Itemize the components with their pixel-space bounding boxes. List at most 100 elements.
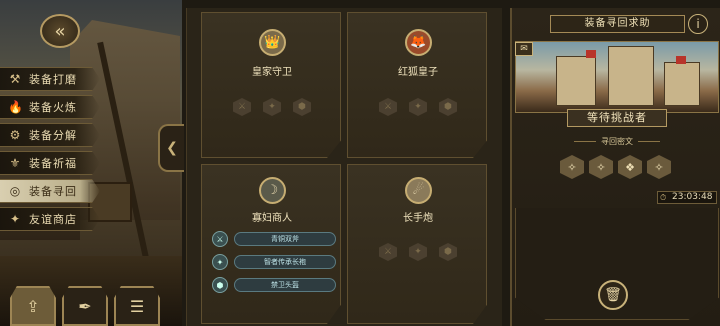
hero-portrait: 👑 xyxy=(259,29,286,56)
menu-item-label: 装备祈福 xyxy=(29,157,77,170)
weapon-slot[interactable]: ⚔ xyxy=(233,98,251,116)
helmet-icon: ⬢ xyxy=(298,102,306,112)
menu-item-label: 装备火炼 xyxy=(29,101,77,114)
hero-card-long-cannon[interactable]: ☄ 长手炮 ⚔ ✦ ⬢ xyxy=(347,164,487,324)
moon-icon: ☽ xyxy=(266,183,279,198)
crown-icon: 👑 xyxy=(264,35,281,50)
menu-item-dismantle[interactable]: ⚙ 装备分解 xyxy=(0,123,100,147)
flag-illustration xyxy=(676,56,686,64)
hero-card-royal-guard[interactable]: 👑 皇家守卫 ⚔ ✦ ⬢ xyxy=(201,12,341,158)
target-icon: ◎ xyxy=(9,184,21,198)
rune-slot[interactable]: ✧ xyxy=(560,155,584,179)
collapse-panel-tab[interactable]: ❮ xyxy=(158,124,184,172)
helmet-slot[interactable]: ⬢ xyxy=(439,243,457,261)
menu-item-label: 装备分解 xyxy=(29,129,77,142)
sword-icon: ⚔ xyxy=(383,247,393,257)
flag-illustration xyxy=(586,50,596,58)
equipment-slots: ⚔ ✦ ⬢ xyxy=(348,98,487,116)
upload-button[interactable]: ⇪ xyxy=(10,286,56,326)
armor-icon: ✦ xyxy=(268,102,276,112)
armor-icon: ✦ xyxy=(414,247,422,257)
bottom-toolbar: ⇪ ✒ ☰ xyxy=(10,286,170,326)
weapon-slot[interactable]: ⚔ xyxy=(379,243,397,261)
mail-button[interactable]: ✉ xyxy=(515,42,533,56)
countdown-timer: ⏱ 23:03:48 xyxy=(657,191,717,204)
equipment-row[interactable]: ✦ 智者传承长袍 xyxy=(212,253,336,271)
rune-slot[interactable]: ✧ xyxy=(647,155,671,179)
cipher-runes: ✧ ✧ ❖ ✧ xyxy=(560,155,671,179)
back-button[interactable]: « xyxy=(40,14,80,48)
weapon-slot[interactable]: ⚔ xyxy=(379,98,397,116)
equipment-name: 青铜双斧 xyxy=(234,232,336,246)
back-arrow-icon: « xyxy=(54,20,66,42)
helmet-slot[interactable]: ⬢ xyxy=(293,98,311,116)
hero-name: 皇家守卫 xyxy=(252,67,292,78)
sword-icon: ⚔ xyxy=(237,102,247,112)
hero-card-widow-merchant[interactable]: ☽ 寡妇商人 ⚔ 青铜双斧 ✦ 智者传承长袍 ⬢ 禁卫头盔 xyxy=(201,164,341,324)
hero-name: 红狐皇子 xyxy=(398,67,438,78)
hero-name: 寡妇商人 xyxy=(252,213,292,224)
tower-illustration xyxy=(608,46,654,106)
menu-item-polish[interactable]: ⚒ 装备打磨 xyxy=(0,67,100,91)
panel-title: 装备寻回求助 xyxy=(550,15,685,33)
cipher-heading-label: 寻回密文 xyxy=(601,137,633,146)
fox-icon: 🦊 xyxy=(410,35,427,50)
rune-icon: ✧ xyxy=(654,160,664,174)
feature-menu: ⚒ 装备打磨 🔥 装备火炼 ⚙ 装备分解 ⚜ 装备祈福 ◎ 装备寻回 ✦ 友谊商… xyxy=(0,67,100,235)
hero-portrait: ☽ xyxy=(259,177,286,204)
rune-slot[interactable]: ❖ xyxy=(618,155,642,179)
menu-item-fire-refine[interactable]: 🔥 装备火炼 xyxy=(0,95,100,119)
info-button[interactable]: i xyxy=(688,14,708,34)
menu-item-label: 装备寻回 xyxy=(29,185,77,198)
info-icon: i xyxy=(696,17,700,31)
quill-button[interactable]: ✒ xyxy=(62,286,108,326)
rune-icon: ✧ xyxy=(567,160,577,174)
menu-item-label: 友谊商店 xyxy=(29,213,77,226)
axe-icon: ⚔ xyxy=(212,231,228,247)
quill-icon: ✒ xyxy=(78,296,92,316)
gear-icon: ⚙ xyxy=(9,128,21,142)
timer-value: 23:03:48 xyxy=(672,192,713,202)
hero-card-red-fox-prince[interactable]: 🦊 红狐皇子 ⚔ ✦ ⬢ xyxy=(347,12,487,158)
menu-item-recovery[interactable]: ◎ 装备寻回 xyxy=(0,179,100,203)
list-icon: ☰ xyxy=(129,296,145,316)
hero-grid: 👑 皇家守卫 ⚔ ✦ ⬢ 🦊 红狐皇子 ⚔ ✦ ⬢ ☽ 寡妇商人 ⚔ 青铜双斧 xyxy=(186,8,502,326)
flame-icon: 🔥 xyxy=(8,100,23,114)
hammer-icon: ⚒ xyxy=(9,72,21,86)
rune-icon: ✧ xyxy=(596,160,606,174)
fleur-icon: ⚜ xyxy=(9,156,21,170)
armor-slot[interactable]: ✦ xyxy=(409,243,427,261)
recovery-request-panel: 装备寻回求助 i ✉ 等待挑战者 寻回密文 ✧ ✧ ❖ ✧ ⏱ 23:03:48… xyxy=(510,8,720,326)
helmet-slot[interactable]: ⬢ xyxy=(439,98,457,116)
list-button[interactable]: ☰ xyxy=(114,286,160,326)
rune-slot[interactable]: ✧ xyxy=(589,155,613,179)
rune-icon: ❖ xyxy=(625,160,635,174)
equipment-row[interactable]: ⬢ 禁卫头盔 xyxy=(212,276,336,294)
equipment-row[interactable]: ⚔ 青铜双斧 xyxy=(212,230,336,248)
tower-illustration xyxy=(664,62,700,106)
equipment-name: 智者传承长袍 xyxy=(234,255,336,269)
cipher-heading: 寻回密文 xyxy=(512,136,720,147)
hero-portrait: ☄ xyxy=(405,177,432,204)
menu-item-friend-shop[interactable]: ✦ 友谊商店 xyxy=(0,207,100,231)
equipment-name: 禁卫头盔 xyxy=(234,278,336,292)
upload-icon: ⇪ xyxy=(26,296,40,316)
armor-slot[interactable]: ✦ xyxy=(409,98,427,116)
status-banner: 等待挑战者 xyxy=(567,109,667,127)
tower-illustration xyxy=(556,56,596,106)
hourglass-icon: ⏱ xyxy=(660,193,667,202)
armor-slot[interactable]: ✦ xyxy=(263,98,281,116)
cannon-icon: ☄ xyxy=(412,183,425,198)
mail-icon: ✉ xyxy=(520,44,528,54)
helmet-icon: ⬢ xyxy=(444,102,452,112)
menu-item-label: 装备打磨 xyxy=(29,73,77,86)
menu-item-blessing[interactable]: ⚜ 装备祈福 xyxy=(0,151,100,175)
delete-button[interactable]: 🗑 xyxy=(598,280,628,310)
location-illustration xyxy=(515,41,719,113)
trash-icon: 🗑 xyxy=(604,287,622,303)
equipment-list: ⚔ 青铜双斧 ✦ 智者传承长袍 ⬢ 禁卫头盔 xyxy=(212,230,336,299)
hero-portrait: 🦊 xyxy=(405,29,432,56)
helmet-icon: ⬢ xyxy=(212,277,228,293)
hero-name: 长手炮 xyxy=(403,213,433,224)
armor-icon: ✦ xyxy=(414,102,422,112)
